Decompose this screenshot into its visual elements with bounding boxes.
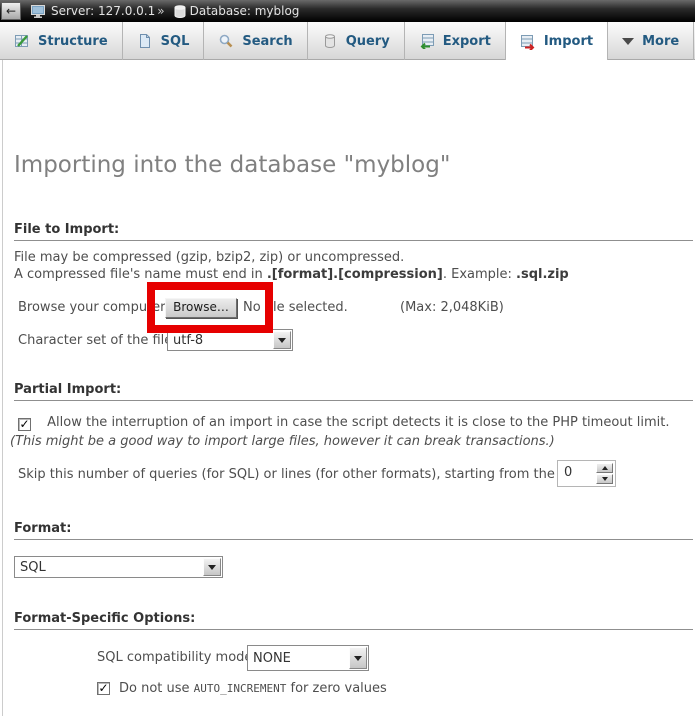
charset-select[interactable]: utf-8 <box>167 329 293 351</box>
import-icon <box>520 34 536 50</box>
section-heading-format-specific: Format-Specific Options: <box>14 611 693 630</box>
main-content: Importing into the database "myblog" Fil… <box>0 60 695 716</box>
select-arrow-icon <box>273 331 291 349</box>
database-icon <box>174 5 186 18</box>
select-arrow-icon <box>203 558 221 576</box>
breadcrumb-server[interactable]: Server: 127.0.0.1 <box>51 4 155 18</box>
tab-more[interactable]: More <box>608 22 694 60</box>
skip-queries-label: Skip this number of queries (for SQL) or… <box>18 467 617 482</box>
sql-icon <box>137 33 153 49</box>
chevron-down-icon <box>622 38 634 45</box>
sql-compat-select[interactable]: NONE <box>247 645 369 671</box>
section-heading-file-to-import: File to Import: <box>14 222 693 241</box>
search-icon <box>218 33 234 49</box>
server-icon <box>31 5 46 18</box>
charset-label: Character set of the file: <box>18 333 177 348</box>
auto-increment-checkbox[interactable] <box>97 682 110 695</box>
breadcrumb-separator: » <box>157 4 164 18</box>
allow-interruption-row: Allow the interruption of an import in c… <box>10 413 678 451</box>
spinner-down-icon[interactable] <box>596 474 613 484</box>
no-file-text: No file selected. <box>243 300 348 315</box>
structure-icon <box>14 33 30 49</box>
query-icon <box>322 33 338 49</box>
tab-structure[interactable]: Structure <box>0 22 123 60</box>
section-heading-format: Format: <box>14 521 693 540</box>
back-button[interactable]: ← <box>1 2 21 20</box>
select-arrow-icon <box>349 647 367 669</box>
tab-bar: Structure SQL Search Query <box>0 22 695 60</box>
tab-export[interactable]: Export <box>405 22 506 60</box>
skip-queries-input[interactable]: 0 <box>557 460 616 487</box>
browse-button[interactable]: Browse… <box>165 298 237 318</box>
auto-increment-row: Do not use AUTO_INCREMENT for zero value… <box>97 681 387 696</box>
spinner-up-icon[interactable] <box>596 463 613 473</box>
tab-import[interactable]: Import <box>506 22 608 61</box>
breadcrumb-database[interactable]: Database: myblog <box>190 4 300 18</box>
tab-query[interactable]: Query <box>308 22 405 60</box>
browse-label: Browse your computer: <box>18 300 170 315</box>
format-select[interactable]: SQL <box>14 556 223 578</box>
max-size-text: (Max: 2,048KiB) <box>400 300 504 315</box>
allow-interruption-checkbox[interactable] <box>18 418 31 431</box>
tab-sql[interactable]: SQL <box>123 22 205 60</box>
section-heading-partial-import: Partial Import: <box>14 382 693 401</box>
page-title: Importing into the database "myblog" <box>14 152 450 178</box>
compression-note: File may be compressed (gzip, bzip2, zip… <box>14 249 569 283</box>
tab-search[interactable]: Search <box>204 22 307 60</box>
export-icon <box>419 33 435 49</box>
breadcrumb: ← Server: 127.0.0.1 » Database: myblog <box>0 0 695 22</box>
sql-compat-label: SQL compatibility mode: <box>97 650 257 665</box>
